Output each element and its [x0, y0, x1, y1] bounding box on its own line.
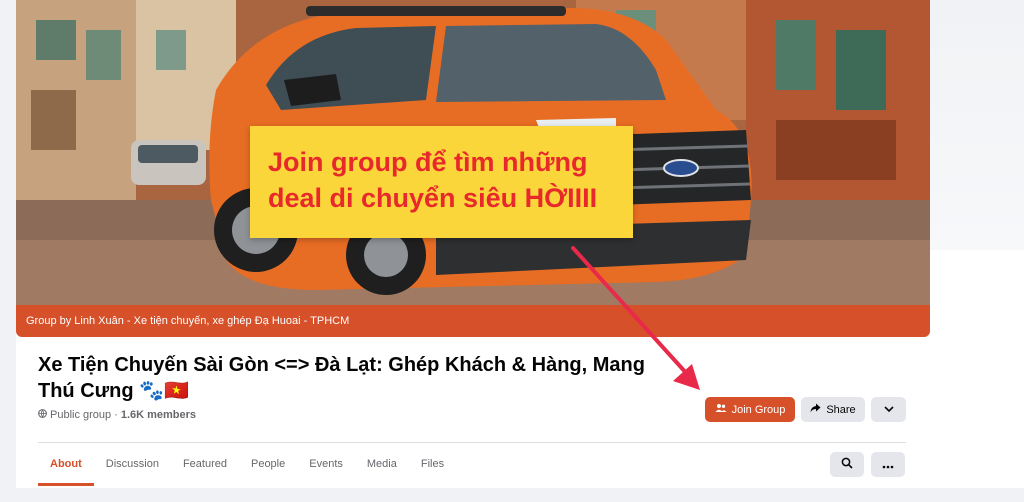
search-group-button[interactable]: [830, 452, 864, 477]
page-background-right: [930, 0, 1024, 250]
people-icon: [715, 403, 727, 416]
share-arrow-icon: [810, 403, 821, 416]
share-label: Share: [826, 403, 856, 416]
promo-line-2: deal di chuyển siêu HỜIIII: [268, 183, 598, 213]
privacy-label: Public group: [50, 409, 112, 421]
join-group-button[interactable]: Join Group: [705, 397, 795, 422]
group-title[interactable]: Xe Tiện Chuyến Sài Gòn <=> Đà Lạt: Ghép …: [38, 352, 658, 404]
more-options-button[interactable]: [871, 397, 906, 422]
tab-people[interactable]: People: [239, 445, 297, 483]
page-background: [0, 0, 16, 502]
tab-media[interactable]: Media: [355, 445, 409, 483]
globe-icon: [38, 409, 47, 421]
promo-text: Join group để tìm những deal di chuyển s…: [268, 144, 628, 216]
group-meta: Public group · 1.6K members: [38, 409, 196, 421]
tab-files[interactable]: Files: [409, 445, 456, 483]
tab-discussion[interactable]: Discussion: [94, 445, 171, 483]
tab-about[interactable]: About: [38, 445, 94, 486]
cover-caption-bar: Group by Linh Xuân - Xe tiện chuyến, xe …: [16, 305, 930, 337]
promo-callout: Join group để tìm những deal di chuyển s…: [250, 126, 633, 238]
share-button[interactable]: Share: [801, 397, 865, 422]
member-count[interactable]: 1.6K members: [121, 409, 196, 421]
join-group-label: Join Group: [731, 403, 786, 416]
header-divider: [38, 442, 906, 443]
group-tabs: About Discussion Featured People Events …: [38, 445, 456, 486]
chevron-down-icon: [883, 404, 894, 416]
cover-photo: Join group để tìm những deal di chuyển s…: [16, 0, 930, 305]
page-bottom-strip: [0, 488, 1024, 502]
tab-featured[interactable]: Featured: [171, 445, 239, 483]
meta-separator: ·: [114, 409, 118, 421]
tabs-more-button[interactable]: [871, 452, 905, 477]
promo-line-1: Join group để tìm những: [268, 147, 588, 177]
tab-events[interactable]: Events: [297, 445, 355, 483]
ellipsis-icon: [882, 456, 894, 474]
search-icon: [841, 456, 853, 474]
